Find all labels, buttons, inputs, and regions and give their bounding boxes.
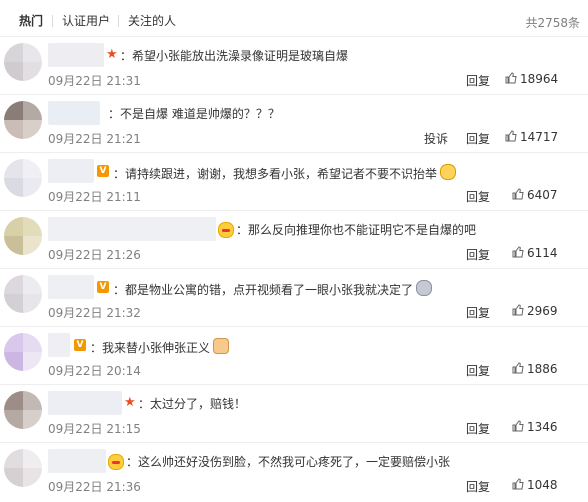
like-count: 6407 bbox=[527, 188, 558, 202]
avatar[interactable] bbox=[4, 275, 42, 313]
star-badge-icon: ★ bbox=[124, 395, 136, 410]
reply-button[interactable]: 回复 bbox=[466, 420, 490, 437]
like-button[interactable]: 1886 bbox=[512, 362, 558, 376]
comment-text: ：我来替小张伸张正义 bbox=[90, 338, 230, 356]
emoji-badge-icon bbox=[108, 454, 124, 470]
thumbs-up-icon bbox=[505, 130, 517, 142]
comment-date: 09月22日 21:36 bbox=[48, 480, 141, 494]
comment-tabs: 热门 认证用户 关注的人 共2758条 bbox=[0, 0, 588, 40]
tab-divider bbox=[52, 15, 53, 27]
username-redacted[interactable] bbox=[48, 217, 216, 241]
verified-v-badge-icon: V bbox=[97, 165, 109, 177]
like-button[interactable]: 18964 bbox=[505, 72, 558, 86]
tab-hot[interactable]: 热门 bbox=[19, 14, 43, 28]
thumbs-up-icon bbox=[512, 304, 524, 316]
verified-v-badge-icon: V bbox=[74, 339, 86, 351]
like-button[interactable]: 6407 bbox=[512, 188, 558, 202]
thumbs-up-icon bbox=[512, 188, 524, 200]
comment-date: 09月22日 21:21 bbox=[48, 132, 141, 146]
username-redacted[interactable] bbox=[48, 275, 94, 299]
like-button[interactable]: 1346 bbox=[512, 420, 558, 434]
like-count: 14717 bbox=[520, 130, 559, 144]
comment-row: V ：都是物业公寓的错，点开视频看了一眼小张我就决定了 09月22日 21:32… bbox=[0, 268, 588, 327]
comment-date: 09月22日 21:26 bbox=[48, 248, 141, 262]
verified-v-badge-icon: V bbox=[97, 281, 109, 293]
username-redacted[interactable] bbox=[48, 43, 104, 67]
like-count: 6114 bbox=[527, 246, 558, 260]
comment-text: ：请持续跟进，谢谢，我想多看小张，希望记者不要不识抬举 bbox=[113, 164, 457, 182]
avatar[interactable] bbox=[4, 449, 42, 487]
comment-text: ：不是自爆 难道是帅爆的？？？ bbox=[108, 107, 280, 121]
username-redacted[interactable] bbox=[48, 101, 100, 125]
thumbs-up-icon bbox=[505, 72, 517, 84]
username-redacted[interactable] bbox=[48, 159, 94, 183]
reply-button[interactable]: 回复 bbox=[466, 246, 490, 263]
thumbs-up-icon bbox=[512, 362, 524, 374]
like-count: 1048 bbox=[527, 478, 558, 492]
avatar[interactable] bbox=[4, 43, 42, 81]
reply-button[interactable]: 回复 bbox=[466, 304, 490, 321]
like-count: 1346 bbox=[527, 420, 558, 434]
thumbs-up-icon bbox=[512, 478, 524, 490]
comment-date: 09月22日 20:14 bbox=[48, 364, 141, 378]
comment-row: V ：我来替小张伸张正义 09月22日 20:14 回复 1886 bbox=[0, 326, 588, 385]
avatar[interactable] bbox=[4, 101, 42, 139]
comment-text: ：希望小张能放出洗澡录像证明是玻璃自爆 bbox=[120, 49, 349, 63]
tab-following[interactable]: 关注的人 bbox=[128, 14, 176, 28]
thumbs-up-icon bbox=[512, 420, 524, 432]
like-button[interactable]: 2969 bbox=[512, 304, 558, 318]
avatar[interactable] bbox=[4, 391, 42, 429]
username-redacted[interactable] bbox=[48, 391, 122, 415]
comment-row: ★ ：太过分了，赔钱！ 09月22日 21:15 回复 1346 bbox=[0, 384, 588, 443]
reply-button[interactable]: 回复 bbox=[466, 72, 490, 89]
reply-button[interactable]: 回复 bbox=[466, 478, 490, 495]
like-count: 18964 bbox=[520, 72, 559, 86]
like-button[interactable]: 14717 bbox=[505, 130, 558, 144]
emoji-badge-icon bbox=[218, 222, 234, 238]
comment-row: ：不是自爆 难道是帅爆的？？？ 09月22日 21:21 投诉 回复 14717 bbox=[0, 94, 588, 153]
comment-row: ：那么反向推理你也不能证明它不是自爆的吧 09月22日 21:26 回复 611… bbox=[0, 210, 588, 269]
avatar[interactable] bbox=[4, 217, 42, 255]
reply-button[interactable]: 回复 bbox=[466, 130, 490, 147]
like-button[interactable]: 6114 bbox=[512, 246, 558, 260]
tab-verified-users[interactable]: 认证用户 bbox=[62, 14, 110, 28]
thumbs-up-icon bbox=[512, 246, 524, 258]
comment-text: ：这么帅还好没伤到脸，不然我可心疼死了，一定要赔偿小张 bbox=[126, 455, 451, 469]
comment-date: 09月22日 21:32 bbox=[48, 306, 141, 320]
star-badge-icon: ★ bbox=[106, 47, 118, 62]
comment-text: ：太过分了，赔钱！ bbox=[138, 397, 247, 411]
comment-text: ：那么反向推理你也不能证明它不是自爆的吧 bbox=[236, 223, 477, 237]
like-button[interactable]: 1048 bbox=[512, 478, 558, 492]
reply-button[interactable]: 回复 bbox=[466, 188, 490, 205]
crying-emoji-icon bbox=[416, 280, 433, 296]
username-redacted[interactable] bbox=[48, 449, 106, 473]
avatar[interactable] bbox=[4, 159, 42, 197]
comment-date: 09月22日 21:15 bbox=[48, 422, 141, 436]
comment-row: V ：请持续跟进，谢谢，我想多看小张，希望记者不要不识抬举 09月22日 21:… bbox=[0, 152, 588, 211]
comment-text: ：都是物业公寓的错，点开视频看了一眼小张我就决定了 bbox=[113, 280, 433, 298]
like-count: 2969 bbox=[527, 304, 558, 318]
comment-date: 09月22日 21:31 bbox=[48, 74, 141, 88]
fist-emoji-icon bbox=[213, 338, 230, 354]
comment-count: 共2758条 bbox=[525, 16, 580, 30]
tab-divider bbox=[118, 15, 119, 27]
comment-date: 09月22日 21:11 bbox=[48, 190, 141, 204]
avatar[interactable] bbox=[4, 333, 42, 371]
comment-row: ：这么帅还好没伤到脸，不然我可心疼死了，一定要赔偿小张 09月22日 21:36… bbox=[0, 442, 588, 501]
like-count: 1886 bbox=[527, 362, 558, 376]
laughing-emoji-icon bbox=[440, 164, 457, 180]
reply-button[interactable]: 回复 bbox=[466, 362, 490, 379]
report-button[interactable]: 投诉 bbox=[424, 130, 448, 147]
username-redacted[interactable] bbox=[48, 333, 70, 357]
comment-row: ★ ：希望小张能放出洗澡录像证明是玻璃自爆 09月22日 21:31 回复 18… bbox=[0, 36, 588, 95]
